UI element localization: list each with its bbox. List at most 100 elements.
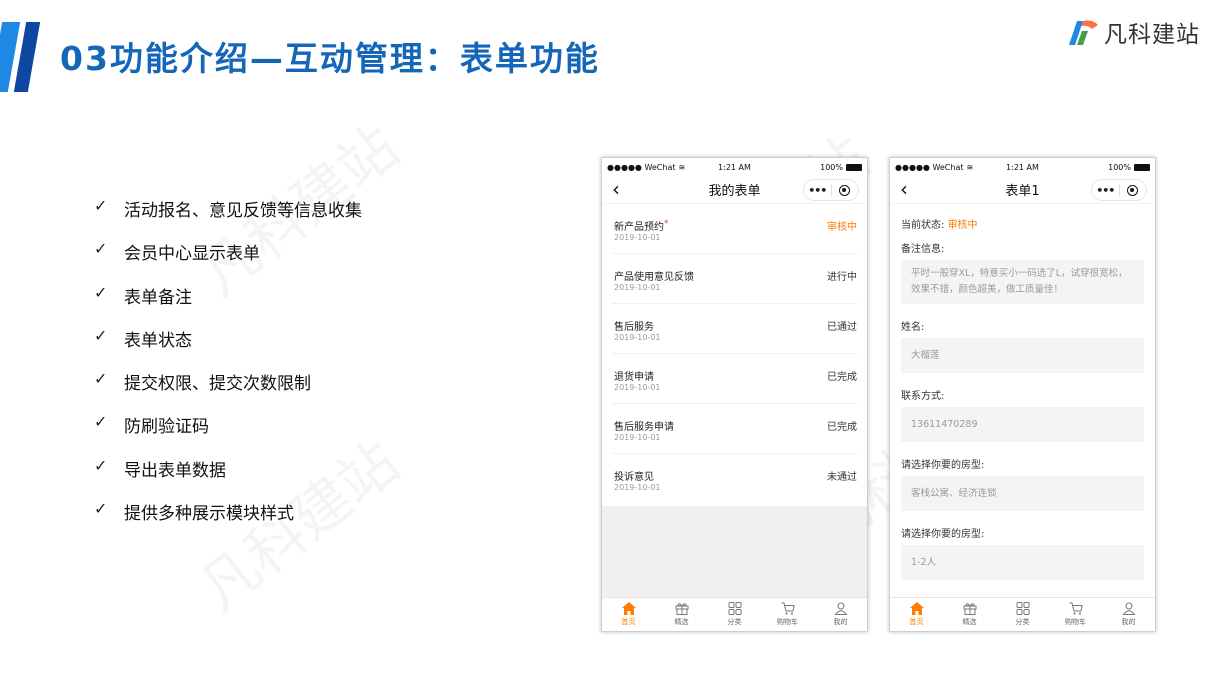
feature-text: 会员中心显示表单 xyxy=(124,244,260,265)
contact-field[interactable]: 13611470289 xyxy=(901,407,1144,442)
tab-label: 精选 xyxy=(674,618,689,626)
battery-icon xyxy=(845,163,862,171)
tab-home[interactable]: 首页 xyxy=(602,598,655,631)
cart-icon xyxy=(1069,602,1083,615)
battery-status: 100% xyxy=(782,163,862,172)
form-row[interactable]: 产品使用意见反馈 2019-10-01 进行中 xyxy=(612,254,857,304)
feature-text: 导出表单数据 xyxy=(124,460,226,481)
check-icon: ✓ xyxy=(94,282,108,302)
check-icon: ✓ xyxy=(94,499,108,519)
check-icon: ✓ xyxy=(94,239,108,259)
form-row[interactable]: 新产品预约* 2019-10-01 审核中 xyxy=(612,204,857,254)
nav-title: 我的表单 xyxy=(708,184,761,199)
feature-list: ✓ 活动报名、意见反馈等信息收集 ✓ 会员中心显示表单 ✓ 表单备注 ✓ 表单状态 ✓ 提… xyxy=(94,196,362,542)
name-field[interactable]: 大榴莲 xyxy=(901,338,1144,373)
brand-logo-icon xyxy=(1069,20,1098,45)
gift-icon xyxy=(675,603,688,615)
form-state: 当前状态: 审核中 xyxy=(901,216,1144,231)
nav-title: 表单1 xyxy=(1005,184,1040,199)
nav-bar: ‹ 我的表单 ••• xyxy=(602,176,867,204)
feature-item: ✓ 表单备注 xyxy=(94,283,362,326)
tab-label: 首页 xyxy=(909,618,924,626)
back-chevron-icon[interactable]: ‹ xyxy=(900,179,908,199)
battery-icon xyxy=(1133,163,1150,171)
brand-logo: 凡科建站 xyxy=(1066,16,1200,48)
tab-label: 购物车 xyxy=(1065,618,1086,626)
tab-cart[interactable]: 购物车 xyxy=(1049,598,1102,631)
feature-text: 表单状态 xyxy=(124,330,192,351)
form-detail: 当前状态: 审核中 备注信息: 平时一般穿XL，特意买小一码选了L，试穿很宽松，… xyxy=(890,216,1155,580)
check-icon: ✓ xyxy=(94,369,108,389)
empty-area xyxy=(602,506,867,598)
form-name: 投诉意见 xyxy=(614,472,654,483)
form-row[interactable]: 售后服务 2019-10-01 已通过 xyxy=(612,304,857,354)
form-row[interactable]: 投诉意见 2019-10-01 未通过 xyxy=(612,454,857,504)
form-status: 已完成 xyxy=(827,422,857,433)
close-miniprogram-button[interactable] xyxy=(1120,184,1147,196)
check-icon: ✓ xyxy=(94,196,108,215)
status-time: 1:21 AM xyxy=(1006,162,1039,172)
feature-text: 防刷验证码 xyxy=(124,417,209,438)
phone-form-detail: ●●●●● WeChat ≋ 1:21 AM 100% ‹ 表单1 ••• 当前状… xyxy=(889,157,1156,632)
check-icon: ✓ xyxy=(94,455,108,475)
feature-text: 活动报名、意见反馈等信息收集 xyxy=(124,201,362,221)
tab-home[interactable]: 首页 xyxy=(890,598,943,631)
tab-label: 我的 xyxy=(833,618,848,626)
form-status: 审核中 xyxy=(827,222,857,233)
form-name: 售后服务申请 xyxy=(614,422,674,433)
feature-item: ✓ 防刷验证码 xyxy=(94,412,362,455)
form-status: 已完成 xyxy=(827,372,857,383)
form-row[interactable]: 退货申请 2019-10-01 已完成 xyxy=(612,354,857,404)
form-date: 2019-10-01 xyxy=(614,233,661,242)
form-row[interactable]: 售后服务申请 2019-10-01 已完成 xyxy=(612,404,857,454)
status-bar: ●●●●● WeChat ≋ 1:21 AM 100% xyxy=(890,158,1155,176)
more-dots-icon[interactable]: ••• xyxy=(804,184,831,197)
carrier-label: ●●●●● WeChat ≋ xyxy=(895,162,974,172)
phone-my-forms: ●●●●● WeChat ≋ 1:21 AM 100% ‹ 我的表单 ••• 新产… xyxy=(601,157,868,632)
wifi-icon: ≋ xyxy=(966,162,974,172)
miniprogram-capsule: ••• xyxy=(1091,179,1147,201)
target-icon xyxy=(839,184,851,196)
tab-featured[interactable]: 精选 xyxy=(943,598,996,631)
close-miniprogram-button[interactable] xyxy=(832,184,859,196)
tab-label: 首页 xyxy=(621,618,636,626)
user-icon xyxy=(834,602,847,615)
feature-item: ✓ 表单状态 xyxy=(94,326,362,369)
note-label: 备注信息: xyxy=(901,244,945,255)
room-size-label: 请选择你要的房型: xyxy=(901,529,985,540)
tab-cart[interactable]: 购物车 xyxy=(761,598,814,631)
room-type-field[interactable]: 客栈公寓、经济连锁 xyxy=(901,476,1144,511)
more-dots-icon[interactable]: ••• xyxy=(1092,184,1119,197)
carrier-label: ●●●●● WeChat ≋ xyxy=(607,162,686,172)
form-name: 售后服务 xyxy=(614,322,654,333)
check-icon: ✓ xyxy=(94,412,108,432)
tab-category[interactable]: 分类 xyxy=(996,598,1049,631)
note-field[interactable]: 平时一般穿XL，特意买小一码选了L，试穿很宽松，效果不错，颜色超美，做工质量佳！ xyxy=(901,260,1144,304)
state-value: 审核中 xyxy=(947,220,978,231)
name-label: 姓名: xyxy=(901,322,925,333)
grid-icon xyxy=(728,602,741,615)
tab-mine[interactable]: 我的 xyxy=(814,598,867,631)
feature-item: ✓ 提供多种展示模块样式 xyxy=(94,499,362,542)
tab-label: 分类 xyxy=(727,618,742,626)
form-name: 退货申请 xyxy=(614,372,654,383)
back-chevron-icon[interactable]: ‹ xyxy=(612,179,620,199)
form-status: 未通过 xyxy=(827,472,857,483)
tab-label: 精选 xyxy=(962,618,977,626)
status-time: 1:21 AM xyxy=(718,162,751,172)
form-date: 2019-10-01 xyxy=(614,283,661,292)
tab-featured[interactable]: 精选 xyxy=(655,598,708,631)
feature-item: ✓ 会员中心显示表单 xyxy=(94,239,362,282)
state-label: 当前状态: xyxy=(901,220,945,231)
target-icon xyxy=(1127,184,1139,196)
nav-bar: ‹ 表单1 ••• xyxy=(890,176,1155,204)
form-name: 新产品预约* xyxy=(614,219,669,233)
tab-bar: 首页 精选 分类 购物车 我的 xyxy=(602,597,867,631)
wifi-icon: ≋ xyxy=(678,162,686,172)
tab-bar: 首页 精选 分类 购物车 我的 xyxy=(890,597,1155,631)
cart-icon xyxy=(781,602,795,615)
room-size-field[interactable]: 1-2人 xyxy=(901,545,1144,580)
form-name: 产品使用意见反馈 xyxy=(614,272,694,283)
tab-category[interactable]: 分类 xyxy=(708,598,761,631)
tab-mine[interactable]: 我的 xyxy=(1102,598,1155,631)
